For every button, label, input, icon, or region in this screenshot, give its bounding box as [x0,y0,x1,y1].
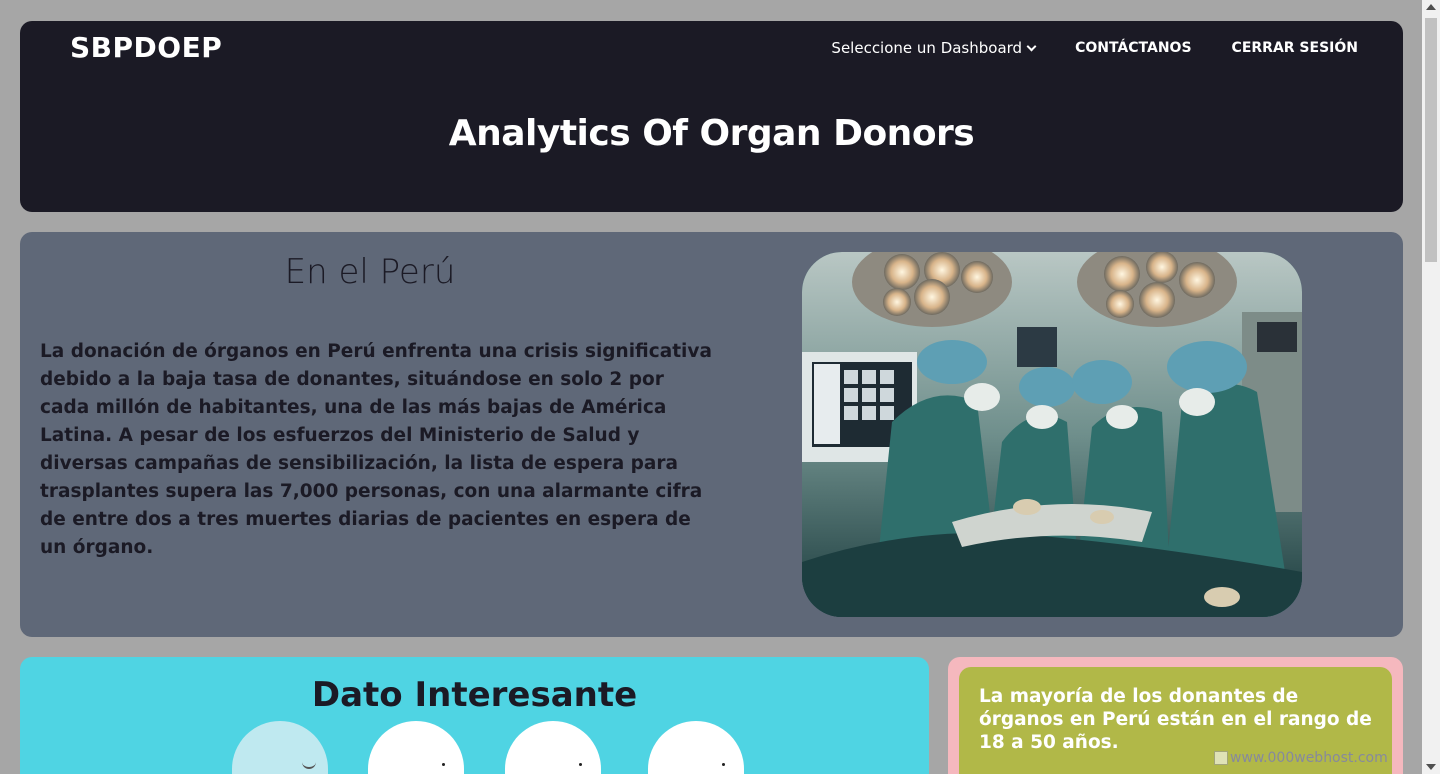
ghost-illustration [505,721,601,774]
ghost-eye [579,763,582,766]
ghost-illustration [368,721,464,774]
page-scrollbar[interactable] [1422,0,1440,774]
peru-heading: En el Perú [284,252,456,292]
contact-link[interactable]: CONTÁCTANOS [1075,40,1191,56]
header: SBPDOEP Seleccione un Dashboard CONTÁCTA… [20,21,1403,212]
peru-description: La donación de órganos en Perú enfrenta … [40,341,712,558]
surgery-image [802,252,1302,617]
hosting-watermark[interactable]: www.000webhost.com [1214,750,1388,766]
ghost-eye [722,763,725,766]
chevron-down-icon [1026,41,1037,51]
ghost-eye [442,763,445,766]
scroll-down-arrow-icon[interactable] [1426,764,1436,770]
surgery-illustration [802,252,1302,617]
site-logo[interactable]: SBPDOEP [70,31,222,64]
broken-image-icon [1214,751,1228,765]
ghost-illustration [648,721,744,774]
dato-interesante-section: Dato Interesante [20,657,929,774]
dashboard-dropdown-label: Seleccione un Dashboard [831,39,1023,57]
scroll-up-arrow-icon[interactable] [1426,4,1436,10]
dashboard-dropdown[interactable]: Seleccione un Dashboard [831,39,1037,57]
scrollbar-thumb[interactable] [1425,18,1437,262]
page: SBPDOEP Seleccione un Dashboard CONTÁCTA… [0,0,1422,774]
peru-section: En el Perú La donación de órganos en Per… [20,232,1403,637]
ghost-illustration [232,721,328,774]
page-title: Analytics Of Organ Donors [448,113,975,154]
fact-text: La mayoría de los donantes de órganos en… [979,686,1372,753]
watermark-text: www.000webhost.com [1230,750,1388,766]
dato-title: Dato Interesante [311,675,638,715]
main-nav: Seleccione un Dashboard CONTÁCTANOS CERR… [791,39,1358,57]
logout-link[interactable]: CERRAR SESIÓN [1232,40,1358,56]
closed-eye [302,761,316,769]
